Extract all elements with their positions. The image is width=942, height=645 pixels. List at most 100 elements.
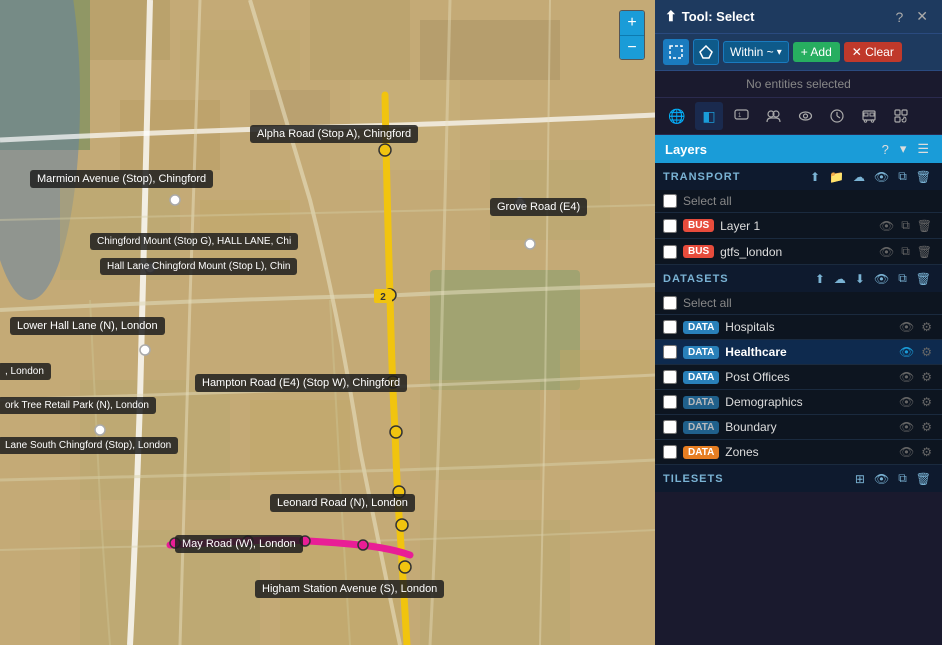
- transport-section-header: TRANSPORT ⬆ 📁 ☁ 👁 ⧉ 🗑: [655, 163, 942, 190]
- clear-label: ✕ Clear: [852, 45, 894, 59]
- tilesets-delete-button[interactable]: 🗑: [913, 470, 934, 487]
- map-canvas[interactable]: 2 Alpha Road (Stop A), Chingford Marmion…: [0, 0, 655, 645]
- healthcare-badge: DATA: [683, 346, 719, 359]
- post-offices-hide-button[interactable]: 👁: [897, 369, 916, 385]
- layers-header: Layers ? ▾ ☰: [655, 135, 942, 163]
- layers-help-button[interactable]: ?: [879, 141, 892, 158]
- layer-row-gtfs[interactable]: BUS gtfs_london 👁 ⧉ 🗑: [655, 239, 942, 265]
- post-offices-checkbox[interactable]: [663, 370, 677, 384]
- post-offices-name: Post Offices: [725, 370, 891, 384]
- layer-row-boundary[interactable]: DATA Boundary 👁 ⚙: [655, 415, 942, 440]
- demographics-hide-button[interactable]: 👁: [897, 394, 916, 410]
- transport-folder-button[interactable]: 📁: [826, 168, 847, 185]
- datasets-delete-button[interactable]: 🗑: [913, 270, 934, 287]
- layer1-icons: 👁 ⧉ 🗑: [877, 217, 934, 234]
- tilesets-hide-button[interactable]: 👁: [871, 470, 892, 487]
- layer1-hide-button[interactable]: 👁: [877, 218, 896, 234]
- demographics-settings-button[interactable]: ⚙: [919, 394, 934, 410]
- boundary-hide-button[interactable]: 👁: [897, 419, 916, 435]
- transport-actions: ⬆ 📁 ☁ 👁 ⧉ 🗑: [807, 168, 934, 185]
- transport-select-all-checkbox[interactable]: [663, 194, 677, 208]
- transport-delete-button[interactable]: 🗑: [913, 168, 934, 185]
- select-polygon-button[interactable]: [693, 39, 719, 65]
- gtfs-delete-button[interactable]: 🗑: [915, 244, 934, 260]
- transport-copy-button[interactable]: ⧉: [895, 168, 910, 185]
- hospitals-icons: 👁 ⚙: [897, 319, 934, 335]
- zoom-out-button[interactable]: −: [620, 35, 644, 59]
- hospitals-hide-button[interactable]: 👁: [897, 319, 916, 335]
- select-box-button[interactable]: [663, 39, 689, 65]
- datasets-hide-button[interactable]: 👁: [871, 270, 892, 287]
- layer-row-hospitals[interactable]: DATA Hospitals 👁 ⚙: [655, 315, 942, 340]
- boundary-icons: 👁 ⚙: [897, 419, 934, 435]
- globe-icon-button[interactable]: 🌐: [663, 102, 691, 130]
- layers-menu-button[interactable]: ☰: [914, 140, 932, 158]
- boundary-badge: DATA: [683, 421, 719, 434]
- healthcare-icons: 👁 ⚙: [897, 344, 934, 360]
- layers-scroll-area[interactable]: TRANSPORT ⬆ 📁 ☁ 👁 ⧉ 🗑 Select all BUS Lay…: [655, 163, 942, 645]
- puzzle-icon-button[interactable]: [887, 102, 915, 130]
- layer-row-post-offices[interactable]: DATA Post Offices 👁 ⚙: [655, 365, 942, 390]
- hospitals-badge: DATA: [683, 321, 719, 334]
- users-icon-button[interactable]: [759, 102, 787, 130]
- healthcare-checkbox[interactable]: [663, 345, 677, 359]
- tool-help-button[interactable]: ?: [891, 7, 907, 27]
- layer1-checkbox[interactable]: [663, 219, 677, 233]
- layers-icon-button[interactable]: ◧: [695, 102, 723, 130]
- post-offices-badge: DATA: [683, 371, 719, 384]
- boundary-checkbox[interactable]: [663, 420, 677, 434]
- transport-select-all-row: Select all: [655, 190, 942, 213]
- tilesets-add-button[interactable]: ⊞: [852, 470, 868, 487]
- tool-close-button[interactable]: ✕: [912, 6, 932, 27]
- clear-button[interactable]: ✕ Clear: [844, 42, 902, 62]
- within-dropdown[interactable]: Within ~ ▾: [723, 41, 789, 63]
- hospitals-checkbox[interactable]: [663, 320, 677, 334]
- layer-row-layer1[interactable]: BUS Layer 1 👁 ⧉ 🗑: [655, 213, 942, 239]
- datasets-select-all-checkbox[interactable]: [663, 296, 677, 310]
- layers-collapse-button[interactable]: ▾: [897, 140, 910, 158]
- zoom-in-button[interactable]: +: [620, 11, 644, 35]
- datasets-download-button[interactable]: ⬇: [852, 270, 868, 287]
- datasets-cloud-button[interactable]: ☁: [831, 270, 849, 287]
- right-panel: ⬆ Tool: Select ? ✕ Within ~ ▾ + Add ✕ Cl…: [655, 0, 942, 645]
- add-button[interactable]: + Add: [793, 42, 840, 62]
- selection-toolbar: Within ~ ▾ + Add ✕ Clear: [655, 34, 942, 71]
- transport-upload-button[interactable]: ⬆: [807, 168, 823, 185]
- layer-row-demographics[interactable]: DATA Demographics 👁 ⚙: [655, 390, 942, 415]
- zones-settings-button[interactable]: ⚙: [919, 444, 934, 460]
- eye-icon-button[interactable]: [791, 102, 819, 130]
- gtfs-badge: BUS: [683, 245, 714, 258]
- layer1-badge: BUS: [683, 219, 714, 232]
- zones-checkbox[interactable]: [663, 445, 677, 459]
- tilesets-section-header: TILESETS ⊞ 👁 ⧉ 🗑: [655, 465, 942, 492]
- healthcare-settings-button[interactable]: ⚙: [919, 344, 934, 360]
- layer1-delete-button[interactable]: 🗑: [915, 218, 934, 234]
- cursor-icon: ⬆: [665, 8, 677, 25]
- zoom-controls: + −: [619, 10, 645, 60]
- healthcare-hide-button[interactable]: 👁: [897, 344, 916, 360]
- clock-icon-button[interactable]: [823, 102, 851, 130]
- gtfs-hide-button[interactable]: 👁: [877, 244, 896, 260]
- post-offices-settings-button[interactable]: ⚙: [919, 369, 934, 385]
- zones-hide-button[interactable]: 👁: [897, 444, 916, 460]
- transport-hide-button[interactable]: 👁: [871, 168, 892, 185]
- layer-row-healthcare[interactable]: DATA Healthcare 👁 ⚙: [655, 340, 942, 365]
- bus-icon-button[interactable]: [855, 102, 883, 130]
- demographics-icons: 👁 ⚙: [897, 394, 934, 410]
- layer-row-zones[interactable]: DATA Zones 👁 ⚙: [655, 440, 942, 465]
- chat-icon-button[interactable]: 1: [727, 102, 755, 130]
- datasets-upload-button[interactable]: ⬆: [812, 270, 828, 287]
- datasets-actions: ⬆ ☁ ⬇ 👁 ⧉ 🗑: [812, 270, 934, 287]
- hospitals-settings-button[interactable]: ⚙: [919, 319, 934, 335]
- transport-cloud-button[interactable]: ☁: [850, 168, 868, 185]
- boundary-settings-button[interactable]: ⚙: [919, 419, 934, 435]
- datasets-label: DATASETS: [663, 273, 729, 285]
- tilesets-copy-button[interactable]: ⧉: [895, 470, 910, 487]
- gtfs-checkbox[interactable]: [663, 245, 677, 259]
- demographics-checkbox[interactable]: [663, 395, 677, 409]
- datasets-copy-button[interactable]: ⧉: [895, 270, 910, 287]
- zones-name: Zones: [725, 445, 891, 459]
- transport-select-all-label: Select all: [683, 194, 732, 208]
- layer1-copy-button[interactable]: ⧉: [899, 217, 912, 234]
- gtfs-copy-button[interactable]: ⧉: [899, 243, 912, 260]
